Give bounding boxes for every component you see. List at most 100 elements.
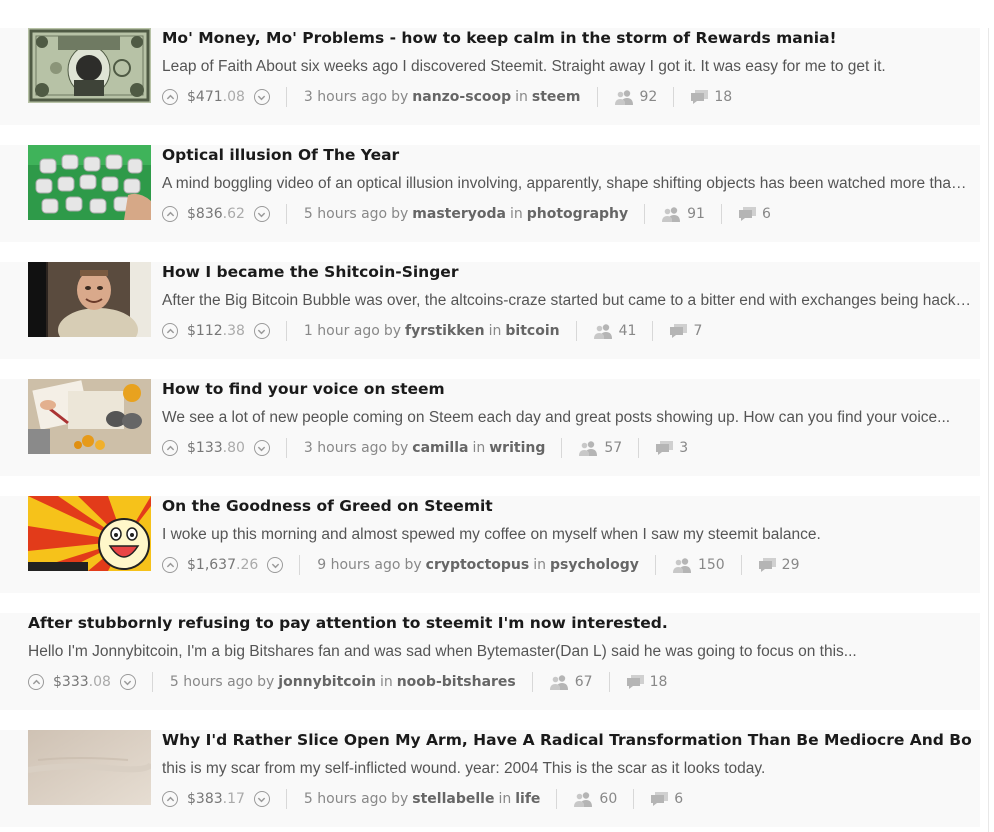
post-body: How to find your voice on steem We see a … (162, 379, 972, 458)
voters-icon (593, 323, 619, 339)
upvote-icon[interactable] (162, 791, 178, 807)
meta-divider (575, 321, 577, 341)
post-author[interactable]: masteryoda (412, 206, 506, 222)
comments-value: 29 (781, 557, 800, 573)
post-summary[interactable]: Hello I'm Jonnybitcoin, I'm a big Bitsha… (28, 643, 972, 661)
meta-divider (285, 321, 287, 341)
post-category[interactable]: writing (489, 440, 545, 456)
post-thumbnail[interactable] (28, 379, 151, 454)
upvote-icon[interactable] (28, 674, 44, 690)
post-category[interactable]: bitcoin (505, 323, 559, 339)
upvote-icon[interactable] (162, 206, 178, 222)
payout-details-chevron-icon[interactable] (253, 206, 270, 222)
post-summary[interactable]: this is my scar from my self-inflicted w… (162, 760, 972, 778)
post-category[interactable]: steem (532, 89, 581, 105)
post-author[interactable]: fyrstikken (405, 323, 485, 339)
post-summary[interactable]: Leap of Faith About six weeks ago I disc… (162, 58, 972, 76)
meta-divider (638, 438, 640, 458)
post-title[interactable]: On the Goodness of Greed on Steemit (162, 496, 972, 516)
comments-count[interactable]: 7 (670, 323, 702, 339)
post-time[interactable]: 5 hours ago (304, 206, 387, 222)
post-title[interactable]: How to find your voice on steem (162, 379, 972, 399)
post-category[interactable]: life (515, 791, 540, 807)
comments-count[interactable]: 18 (691, 89, 732, 105)
in-label: in (509, 206, 523, 222)
post-category[interactable]: photography (527, 206, 628, 222)
voters-count[interactable]: 91 (662, 206, 705, 222)
post-thumbnail[interactable] (28, 262, 151, 337)
post-body: How I became the Shitcoin-Singer After th… (162, 262, 972, 341)
meta-divider (285, 87, 287, 107)
comments-count[interactable]: 6 (651, 791, 683, 807)
post-time[interactable]: 5 hours ago (170, 674, 253, 690)
payout-dollars: $133 (187, 440, 223, 456)
post-time[interactable]: 1 hour ago (304, 323, 380, 339)
payout-amount[interactable]: $333.08 (53, 674, 111, 690)
meta-divider (556, 789, 558, 809)
post-category[interactable]: psychology (550, 557, 639, 573)
payout-details-chevron-icon[interactable] (267, 557, 284, 573)
post-author[interactable]: nanzo-scoop (412, 89, 511, 105)
post-category[interactable]: noob-bitshares (397, 674, 516, 690)
payout-details-chevron-icon[interactable] (253, 791, 270, 807)
voters-count[interactable]: 41 (593, 323, 636, 339)
payout-dollars: $1,637 (187, 557, 236, 573)
post-thumbnail[interactable] (28, 28, 151, 103)
voters-count[interactable]: 92 (614, 89, 657, 105)
voters-count[interactable]: 67 (549, 674, 593, 690)
by-label: by (257, 674, 275, 690)
post-title[interactable]: Mo' Money, Mo' Problems - how to keep ca… (162, 28, 972, 48)
payout-amount[interactable]: $112.38 (187, 323, 245, 339)
payout-details-chevron-icon[interactable] (253, 323, 270, 339)
payout-details-chevron-icon[interactable] (119, 674, 136, 690)
voters-count[interactable]: 60 (574, 791, 617, 807)
comments-value: 7 (693, 323, 703, 339)
upvote-icon[interactable] (162, 440, 178, 456)
post-time[interactable]: 3 hours ago (304, 89, 387, 105)
meta-divider (652, 321, 654, 341)
post-author[interactable]: cryptoctopus (426, 557, 530, 573)
voters-count[interactable]: 57 (579, 440, 622, 456)
payout-amount[interactable]: $471.08 (187, 89, 245, 105)
payout-amount[interactable]: $133.80 (187, 440, 245, 456)
voters-icon (672, 557, 698, 573)
upvote-icon[interactable] (162, 323, 178, 339)
upvote-icon[interactable] (162, 89, 178, 105)
payout-details-chevron-icon[interactable] (253, 89, 270, 105)
post-thumbnail[interactable] (28, 496, 151, 571)
voters-icon (662, 206, 687, 222)
post-meta: $471.08 3 hours ago by nanzo-scoop in steem 92… (162, 87, 972, 107)
post-item: After stubbornly refusing to pay attenti… (0, 613, 980, 710)
post-time[interactable]: 5 hours ago (304, 791, 387, 807)
post-title[interactable]: How I became the Shitcoin-Singer (162, 262, 972, 282)
meta-divider (285, 789, 287, 809)
upvote-icon[interactable] (162, 557, 178, 573)
post-summary[interactable]: After the Big Bitcoin Bubble was over, t… (162, 292, 972, 310)
meta-divider (285, 438, 287, 458)
payout-amount[interactable]: $1,637.26 (187, 557, 258, 573)
post-summary[interactable]: I woke up this morning and almost spewed… (162, 526, 972, 544)
post-summary[interactable]: We see a lot of new people coming on Ste… (162, 409, 972, 427)
post-title[interactable]: Optical illusion Of The Year (162, 145, 972, 165)
post-title[interactable]: Why I'd Rather Slice Open My Arm, Have A… (162, 730, 972, 750)
post-author[interactable]: stellabelle (412, 791, 494, 807)
payout-amount[interactable]: $383.17 (187, 791, 245, 807)
post-author[interactable]: jonnybitcoin (278, 674, 376, 690)
comments-count[interactable]: 29 (758, 557, 800, 573)
post-author[interactable]: camilla (412, 440, 468, 456)
comments-count[interactable]: 6 (738, 206, 771, 222)
payout-amount[interactable]: $836.62 (187, 206, 245, 222)
payout-cents: .62 (222, 206, 245, 222)
post-time[interactable]: 9 hours ago (317, 557, 400, 573)
payout-details-chevron-icon[interactable] (253, 440, 270, 456)
post-title[interactable]: After stubbornly refusing to pay attenti… (28, 613, 972, 633)
post-thumbnail[interactable] (28, 730, 151, 805)
voters-count[interactable]: 150 (672, 557, 725, 573)
comments-count[interactable]: 18 (626, 674, 667, 690)
post-time[interactable]: 3 hours ago (304, 440, 387, 456)
post-thumbnail[interactable] (28, 145, 151, 220)
meta-divider (673, 87, 675, 107)
by-label: by (383, 323, 401, 339)
comments-count[interactable]: 3 (656, 440, 688, 456)
post-summary[interactable]: A mind boggling video of an optical illu… (162, 175, 972, 193)
